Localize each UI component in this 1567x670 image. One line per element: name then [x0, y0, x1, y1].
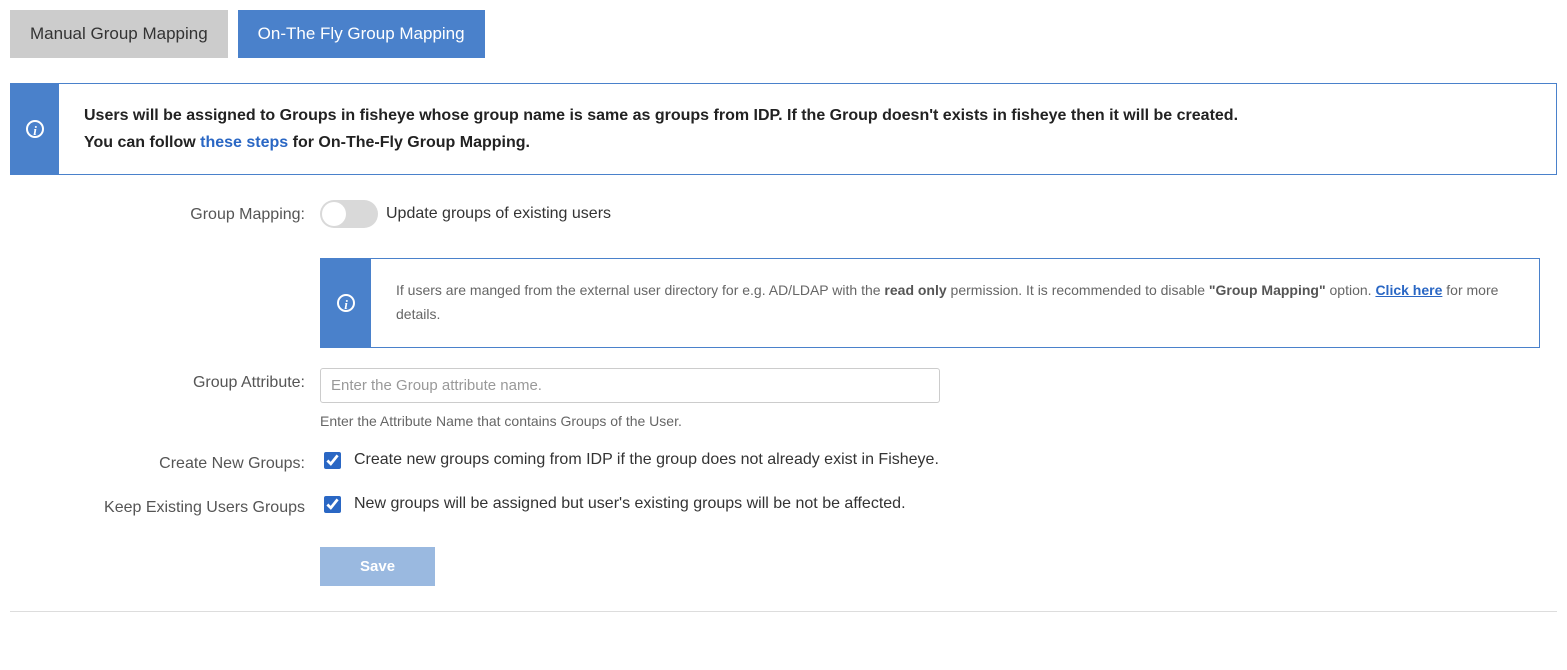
- keep-existing-groups-checkbox[interactable]: [324, 496, 341, 513]
- keep-existing-groups-text: New groups will be assigned but user's e…: [354, 495, 906, 513]
- divider: [10, 611, 1557, 612]
- info-banner-body: Users will be assigned to Groups in fish…: [59, 84, 1263, 174]
- group-attribute-help: Enter the Attribute Name that contains G…: [320, 413, 1557, 429]
- tabs-bar: Manual Group Mapping On-The Fly Group Ma…: [10, 10, 1557, 58]
- info-line2-b: for On-The-Fly Group Mapping.: [288, 134, 530, 151]
- group-attribute-input[interactable]: [320, 368, 940, 403]
- info-banner-main: i Users will be assigned to Groups in fi…: [10, 83, 1557, 175]
- info-icon-col: i: [321, 259, 371, 347]
- keep-existing-groups-label: Keep Existing Users Groups: [10, 493, 320, 517]
- txt: If users are manged from the external us…: [396, 282, 884, 298]
- row-group-mapping: Group Mapping: Update groups of existing…: [10, 200, 1557, 348]
- info-icon: i: [26, 120, 44, 138]
- create-new-groups-label: Create New Groups:: [10, 449, 320, 473]
- info-line2-a: You can follow: [84, 134, 200, 151]
- group-mapping-toggle[interactable]: [320, 200, 378, 228]
- row-create-new-groups: Create New Groups: Create new groups com…: [10, 449, 1557, 473]
- txt: option.: [1326, 282, 1376, 298]
- txt-bold: read only: [884, 282, 946, 298]
- toggle-knob: [322, 202, 346, 226]
- row-save: Save: [10, 547, 1557, 586]
- save-button[interactable]: Save: [320, 547, 435, 586]
- tab-on-the-fly-group-mapping[interactable]: On-The Fly Group Mapping: [238, 10, 485, 58]
- group-mapping-toggle-label: Update groups of existing users: [386, 205, 611, 223]
- tab-manual-group-mapping[interactable]: Manual Group Mapping: [10, 10, 228, 58]
- group-attribute-label: Group Attribute:: [10, 368, 320, 392]
- click-here-link[interactable]: Click here: [1375, 282, 1442, 298]
- info-banner-readonly: i If users are manged from the external …: [320, 258, 1540, 348]
- create-new-groups-checkbox[interactable]: [324, 452, 341, 469]
- these-steps-link[interactable]: these steps: [200, 134, 288, 151]
- group-mapping-label: Group Mapping:: [10, 200, 320, 224]
- info-icon: i: [337, 294, 355, 312]
- txt: permission. It is recommended to disable: [947, 282, 1209, 298]
- info-icon-col: i: [11, 84, 59, 174]
- txt-bold: "Group Mapping": [1209, 282, 1326, 298]
- info-line1: Users will be assigned to Groups in fish…: [84, 107, 1238, 124]
- create-new-groups-text: Create new groups coming from IDP if the…: [354, 451, 939, 469]
- row-keep-existing-groups: Keep Existing Users Groups New groups wi…: [10, 493, 1557, 517]
- row-group-attribute: Group Attribute: Enter the Attribute Nam…: [10, 368, 1557, 429]
- info-readonly-body: If users are manged from the external us…: [371, 259, 1539, 347]
